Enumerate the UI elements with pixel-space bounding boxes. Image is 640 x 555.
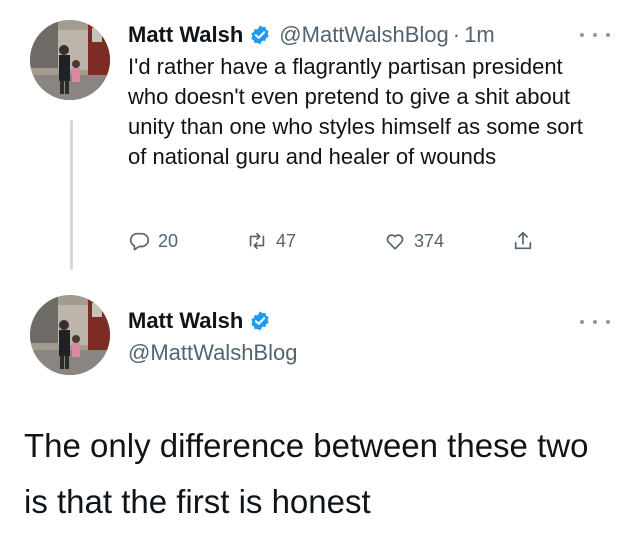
- separator: ·: [452, 22, 461, 47]
- tweet2-header: Matt Walsh: [128, 306, 279, 336]
- reply-count: 20: [158, 230, 179, 251]
- like-icon: [386, 234, 404, 250]
- retweet-count: 47: [276, 230, 297, 251]
- more-options-icon[interactable]: [580, 29, 610, 41]
- avatar[interactable]: [30, 20, 110, 100]
- like-button[interactable]: 374: [384, 226, 444, 256]
- display-name[interactable]: Matt Walsh: [128, 306, 243, 336]
- display-name[interactable]: Matt Walsh: [128, 20, 243, 50]
- reply-button[interactable]: 20: [128, 226, 178, 256]
- like-count: 374: [414, 230, 445, 251]
- avatar-photo: [30, 295, 110, 375]
- thread-line: [70, 120, 73, 270]
- retweet-button[interactable]: 47: [246, 226, 296, 256]
- tweet-text: The only difference between these two is…: [24, 427, 589, 520]
- more-options-icon[interactable]: [580, 316, 610, 328]
- reply-icon: [129, 232, 149, 251]
- timestamp[interactable]: 1m: [464, 20, 495, 50]
- handle[interactable]: @MattWalshBlog: [279, 20, 448, 50]
- share-icon: [514, 231, 532, 250]
- action-bar: 20 47 374: [128, 226, 548, 256]
- verified-badge-icon: [249, 24, 271, 46]
- handle[interactable]: @MattWalshBlog: [128, 338, 297, 368]
- tweet-text: I'd rather have a flagrantly partisan pr…: [128, 54, 583, 169]
- share-button[interactable]: [512, 226, 542, 256]
- retweet-icon: [249, 232, 265, 250]
- tweet1-header: Matt Walsh @MattWalshBlog · 1m: [128, 20, 495, 50]
- verified-badge-icon: [249, 310, 271, 332]
- avatar-photo: [30, 20, 110, 100]
- avatar[interactable]: [30, 295, 110, 375]
